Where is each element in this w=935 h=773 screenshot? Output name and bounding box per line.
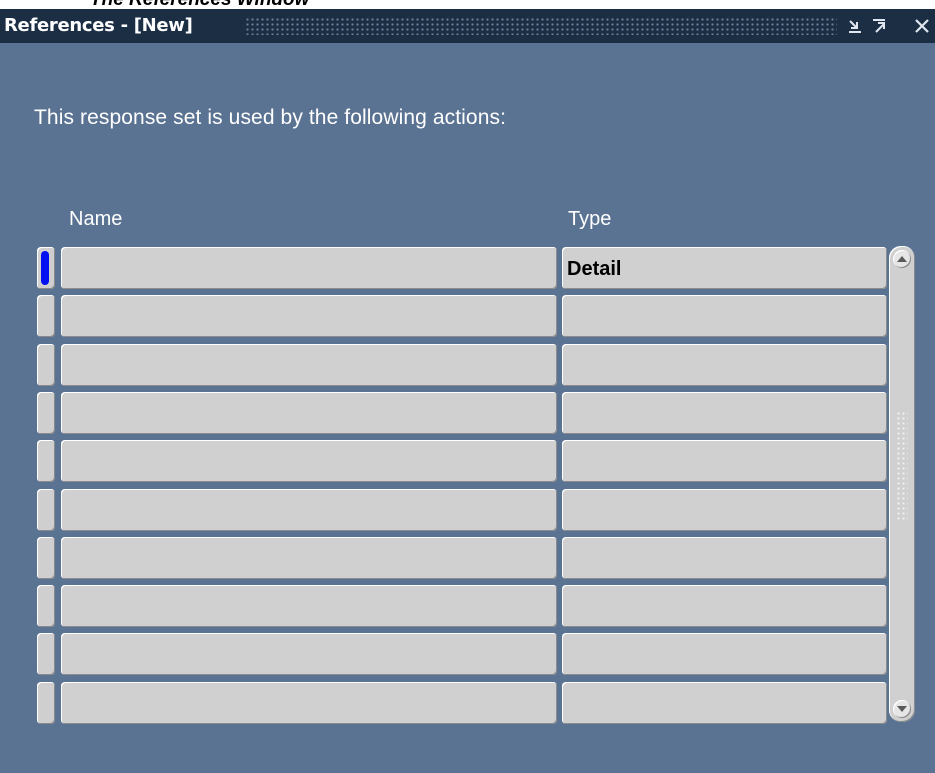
type-cell[interactable] xyxy=(562,682,887,724)
name-cell[interactable] xyxy=(61,537,557,579)
name-cell[interactable] xyxy=(61,392,557,434)
window-titlebar[interactable]: References - [New] xyxy=(0,9,935,43)
table-row[interactable] xyxy=(37,536,887,580)
name-cell[interactable] xyxy=(61,440,557,482)
row-selector[interactable] xyxy=(37,392,55,434)
type-cell[interactable] xyxy=(562,537,887,579)
page-caption: The References Window xyxy=(90,0,309,9)
name-cell[interactable] xyxy=(61,247,557,289)
table-row[interactable] xyxy=(37,681,887,725)
maximize-icon[interactable] xyxy=(868,14,890,38)
type-cell[interactable] xyxy=(562,440,887,482)
type-cell[interactable] xyxy=(562,392,887,434)
row-selector[interactable] xyxy=(37,440,55,482)
table-row[interactable] xyxy=(37,391,887,435)
row-selector[interactable] xyxy=(37,537,55,579)
row-selector[interactable] xyxy=(37,682,55,724)
column-header-name: Name xyxy=(69,208,123,230)
scroll-down-icon[interactable] xyxy=(893,700,911,718)
name-cell[interactable] xyxy=(61,344,557,386)
row-selector[interactable] xyxy=(37,585,55,627)
name-cell[interactable] xyxy=(61,295,557,337)
scrollbar-thumb-grip[interactable] xyxy=(896,411,908,521)
row-selector[interactable] xyxy=(37,344,55,386)
table-row[interactable] xyxy=(37,294,887,338)
row-selector[interactable] xyxy=(37,633,55,675)
row-selector[interactable] xyxy=(37,489,55,531)
close-icon[interactable] xyxy=(911,14,933,38)
type-cell[interactable] xyxy=(562,585,887,627)
name-cell[interactable] xyxy=(61,489,557,531)
window-title: References - [New] xyxy=(4,15,193,36)
name-cell[interactable] xyxy=(61,633,557,675)
table-row[interactable] xyxy=(37,439,887,483)
vertical-scrollbar[interactable] xyxy=(889,246,915,722)
type-cell[interactable] xyxy=(562,633,887,675)
type-cell[interactable]: Detail xyxy=(562,247,887,289)
row-selector[interactable] xyxy=(37,247,55,289)
scroll-up-icon[interactable] xyxy=(893,250,911,268)
prompt-text: This response set is used by the followi… xyxy=(34,106,507,129)
table-row[interactable]: Detail xyxy=(37,246,887,290)
name-cell[interactable] xyxy=(61,682,557,724)
titlebar-drag-grip[interactable] xyxy=(245,17,837,35)
table-row[interactable] xyxy=(37,343,887,387)
table-row[interactable] xyxy=(37,632,887,676)
type-cell[interactable] xyxy=(562,489,887,531)
row-selector[interactable] xyxy=(37,295,55,337)
table-row[interactable] xyxy=(37,584,887,628)
table-row[interactable] xyxy=(37,488,887,532)
type-cell[interactable] xyxy=(562,295,887,337)
minimize-icon[interactable] xyxy=(844,14,866,38)
type-cell[interactable] xyxy=(562,344,887,386)
name-cell[interactable] xyxy=(61,585,557,627)
column-header-type: Type xyxy=(568,208,612,230)
